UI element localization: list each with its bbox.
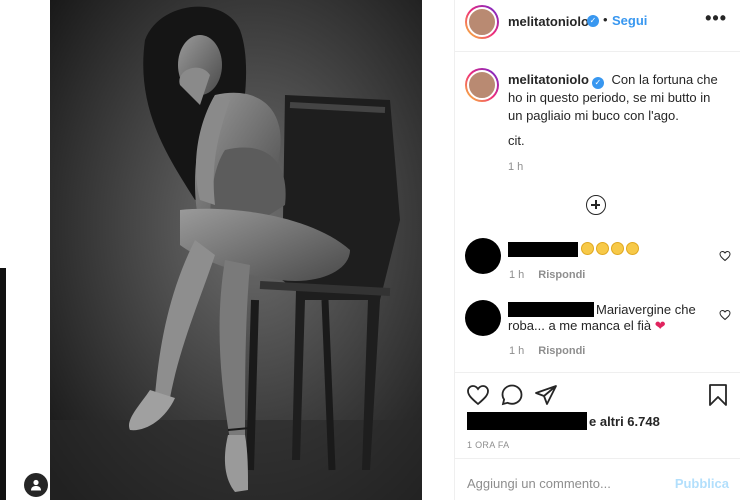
comment-heart-icon[interactable] [719,250,731,262]
user-tag-icon[interactable] [24,473,48,497]
left-dark-strip [0,268,6,500]
caption-avatar[interactable] [465,68,499,102]
photo-illustration [50,0,422,500]
heart-icon[interactable] [466,383,490,407]
redacted-username [508,242,578,257]
paper-plane-icon[interactable] [534,383,558,407]
likes-count[interactable]: e altri 6.748 [589,414,660,429]
comment-avatar[interactable] [465,238,501,274]
comment-avatar[interactable] [465,300,501,336]
emoji-icon [581,242,594,255]
comment-emojis [581,241,641,257]
more-options-icon[interactable]: ••• [705,8,727,29]
emoji-icon [611,242,624,255]
post-side-panel: melitatoniolo ✓ • Segui ••• melitatoniol… [454,0,740,500]
comment-text-block: Mariavergine che roba... a me manca el f… [508,302,708,334]
caption-cit: cit. [508,133,525,148]
action-bar [455,372,740,412]
avatar[interactable] [465,5,499,39]
comment-heart-icon[interactable] [719,309,731,321]
post-photo[interactable] [50,0,422,500]
comment-text: Mariavergine che roba... a me manca el f… [508,302,696,333]
header-username[interactable]: melitatoniolo [508,14,589,29]
verified-badge-icon: ✓ [587,15,599,27]
post-header: melitatoniolo ✓ • Segui ••• [455,0,740,52]
redacted-liker [467,412,587,430]
publish-button[interactable]: Pubblica [675,476,729,491]
red-heart-icon: ❤ [654,318,666,333]
photo-area [8,0,454,500]
emoji-icon [596,242,609,255]
dot-separator: • [603,12,608,27]
verified-badge-icon: ✓ [591,77,604,89]
reply-button[interactable]: Rispondi [538,345,585,357]
caption-username[interactable]: melitatoniolo [508,72,589,87]
emoji-icon [626,242,639,255]
reply-button[interactable]: Rispondi [538,269,585,281]
comment-meta: 1 h Rispondi [509,345,585,357]
comment-meta: 1 h Rispondi [509,269,585,281]
caption-time: 1 h [508,161,524,173]
follow-button[interactable]: Segui [612,13,647,28]
plus-circle-icon[interactable] [586,195,606,215]
caption-text-block: melitatoniolo ✓ Con la fortuna che ho in … [508,71,728,125]
post-timestamp: 1 ORA FA [467,440,510,450]
comment-time: 1 h [509,345,525,357]
add-comment-bar: Pubblica [455,458,740,500]
bookmark-icon[interactable] [706,383,730,407]
likes-row: e altri 6.748 [467,412,733,432]
comment-time: 1 h [509,269,525,281]
comment-input[interactable] [467,476,657,491]
comment-icon[interactable] [500,383,524,407]
